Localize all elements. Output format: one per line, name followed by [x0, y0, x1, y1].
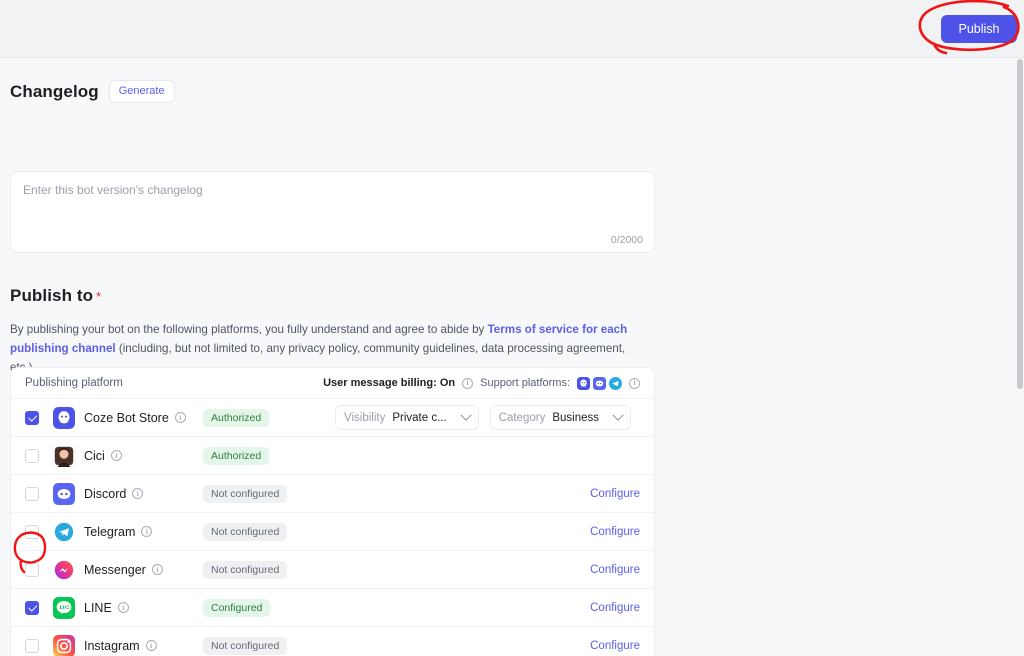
- changelog-title: Changelog: [10, 81, 99, 101]
- messenger-icon: [53, 558, 75, 581]
- discord-icon: [593, 376, 606, 390]
- platform-name: Cici: [84, 448, 105, 463]
- instagram-icon: [53, 634, 75, 656]
- changelog-header: Changelog Generate: [10, 80, 175, 104]
- platform-info-icon[interactable]: i: [174, 412, 186, 423]
- platform-name: LINE: [84, 600, 112, 615]
- table-row[interactable]: Cici i Authorized: [11, 437, 654, 475]
- platform-info-icon[interactable]: i: [141, 526, 153, 537]
- table-row[interactable]: LINE i Configured Configure: [11, 589, 654, 627]
- status-badge-wrap: Not configured: [203, 636, 288, 655]
- platform-info-icon[interactable]: i: [145, 640, 157, 651]
- configure-link[interactable]: Configure: [590, 564, 640, 576]
- row-checkbox-messenger[interactable]: [25, 562, 39, 577]
- status-badge-wrap: Not configured: [203, 484, 288, 503]
- coze-icon: [53, 406, 75, 429]
- status-badge-wrap: Authorized: [203, 408, 270, 427]
- coze-icon: [577, 376, 590, 390]
- chevron-down-icon: [459, 409, 472, 421]
- platform-info-icon[interactable]: i: [117, 602, 129, 613]
- telegram-icon: [609, 376, 622, 390]
- platform-info-icon[interactable]: i: [151, 564, 163, 575]
- status-badge: Not configured: [203, 560, 288, 579]
- app-root: Publish Changelog Generate Enter this bo…: [0, 0, 1024, 656]
- changelog-char-count: 0/2000: [610, 234, 643, 246]
- disclaimer-prefix: By publishing your bot on the following …: [10, 323, 488, 336]
- changelog-placeholder: Enter this bot version's changelog: [23, 183, 203, 197]
- visibility-select-label: Visibility: [344, 411, 386, 424]
- support-platforms-label: Support platforms:: [480, 377, 570, 389]
- row-checkbox-cici[interactable]: [25, 448, 39, 463]
- configure-link[interactable]: Configure: [590, 602, 640, 614]
- table-header-row: Publishing platform User message billing…: [11, 368, 654, 399]
- table-row[interactable]: Telegram i Not configured Configure: [11, 513, 654, 551]
- column-header-platform: Publishing platform: [25, 377, 123, 389]
- required-asterisk: *: [96, 289, 102, 304]
- category-select-value: Business: [552, 411, 599, 424]
- platform-name: Coze Bot Store: [84, 410, 169, 425]
- platform-info-icon[interactable]: i: [110, 450, 122, 461]
- platform-name: Telegram: [84, 524, 136, 539]
- status-badge: Authorized: [203, 446, 270, 465]
- billing-info-icon[interactable]: i: [462, 377, 474, 389]
- publish-button[interactable]: Publish: [941, 15, 1017, 43]
- visibility-select[interactable]: Visibility Private c...: [335, 405, 479, 430]
- status-badge: Not configured: [203, 522, 288, 541]
- row-checkbox-line[interactable]: [25, 600, 39, 615]
- generate-changelog-button[interactable]: Generate: [108, 80, 175, 104]
- configure-link[interactable]: Configure: [590, 488, 640, 500]
- configure-link[interactable]: Configure: [590, 526, 640, 538]
- platform-info-icon[interactable]: i: [132, 488, 144, 499]
- status-badge: Authorized: [203, 408, 270, 427]
- page-scrollbar-track[interactable]: [1016, 59, 1024, 656]
- status-badge: Not configured: [203, 484, 288, 503]
- table-row[interactable]: Instagram i Not configured Configure: [11, 627, 654, 656]
- publish-to-title: Publish to: [10, 286, 94, 305]
- row-checkbox-instagram[interactable]: [25, 638, 39, 653]
- category-select[interactable]: Category Business: [489, 405, 631, 430]
- coze-store-selects: Visibility Private c... Category Busines…: [335, 405, 631, 430]
- table-row[interactable]: Discord i Not configured Configure: [11, 475, 654, 513]
- table-row[interactable]: Coze Bot Store i Authorized Visibility P…: [11, 399, 654, 437]
- row-checkbox-telegram[interactable]: [25, 524, 39, 539]
- support-platforms-info-icon[interactable]: i: [629, 377, 640, 389]
- category-select-label: Category: [498, 411, 546, 424]
- discord-icon: [53, 482, 75, 505]
- telegram-icon: [53, 520, 75, 543]
- page-scrollbar-thumb[interactable]: [1017, 59, 1023, 389]
- platform-name: Messenger: [84, 562, 146, 577]
- platform-name: Instagram: [84, 638, 140, 653]
- top-bar: Publish: [0, 0, 1024, 58]
- chevron-down-icon: [612, 409, 624, 421]
- publishing-platform-table: Publishing platform User message billing…: [10, 367, 655, 656]
- status-badge-wrap: Not configured: [203, 560, 288, 579]
- status-badge-wrap: Authorized: [203, 446, 270, 465]
- publish-to-header: Publish to *: [10, 286, 101, 306]
- table-header-right: User message billing: On i Support platf…: [323, 376, 640, 390]
- visibility-select-value: Private c...: [392, 411, 447, 424]
- status-badge: Configured: [203, 598, 271, 617]
- cici-icon: [53, 444, 75, 467]
- configure-link[interactable]: Configure: [590, 640, 640, 652]
- support-platform-icons: [577, 376, 622, 390]
- row-checkbox-discord[interactable]: [25, 486, 39, 501]
- status-badge-wrap: Not configured: [203, 522, 288, 541]
- table-row[interactable]: Messenger i Not configured Configure: [11, 551, 654, 589]
- line-icon: [53, 596, 75, 619]
- changelog-textarea-wrapper[interactable]: Enter this bot version's changelog 0/200…: [10, 171, 655, 253]
- main-content: Changelog Generate Enter this bot versio…: [0, 59, 1016, 656]
- status-badge-wrap: Configured: [203, 598, 271, 617]
- user-message-billing-label: User message billing: On: [323, 377, 456, 389]
- platform-name: Discord: [84, 486, 127, 501]
- row-checkbox-coze-bot-store[interactable]: [25, 410, 39, 425]
- status-badge: Not configured: [203, 636, 288, 655]
